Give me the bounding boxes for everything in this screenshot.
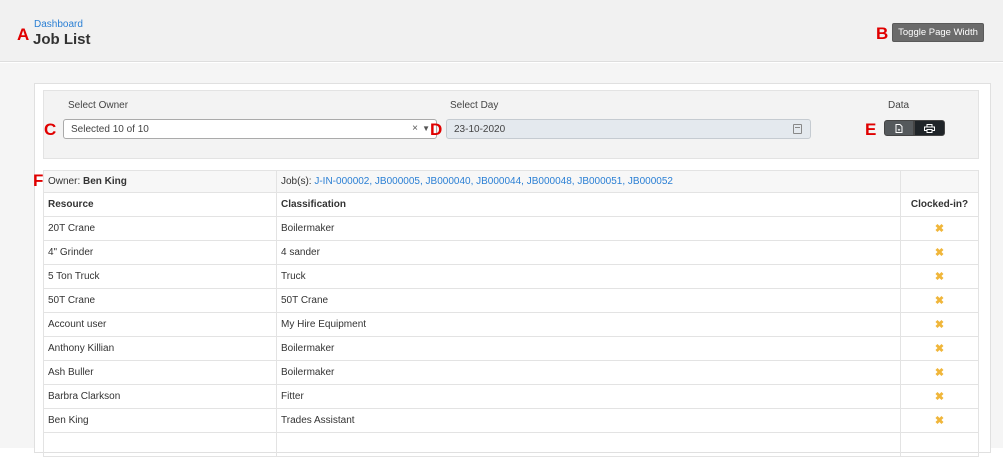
jobs-cell: Job(s): J-IN-000002, JB000005, JB000040,… xyxy=(276,170,901,193)
column-header-resource[interactable]: Resource xyxy=(43,192,277,217)
select-day-label: Select Day xyxy=(450,100,499,111)
filter-panel: Select Owner C Selected 10 of 10 × ▼ Sel… xyxy=(43,90,979,159)
resource-cell: 20T Crane xyxy=(43,216,277,241)
x-icon: ✖ xyxy=(934,223,945,235)
x-icon: ✖ xyxy=(934,391,945,403)
owner-select[interactable]: Selected 10 of 10 × ▼ xyxy=(63,119,437,139)
owner-row-empty-cell xyxy=(900,170,979,193)
classification-cell: 50T Crane xyxy=(276,288,901,313)
resource-cell: 5 Ton Truck xyxy=(43,264,277,289)
print-button[interactable] xyxy=(914,120,945,136)
classification-cell: Trades Assistant xyxy=(276,408,901,433)
clear-selection-icon[interactable]: × xyxy=(412,123,418,134)
owner-select-value: Selected 10 of 10 xyxy=(71,124,149,135)
data-label: Data xyxy=(888,100,910,111)
page-title: Job List xyxy=(33,31,91,48)
annotation-marker-a: A xyxy=(17,25,30,44)
table-row: 50T Crane 50T Crane ✖ xyxy=(43,288,979,313)
resource-cell: Ben King xyxy=(43,408,277,433)
clocked-in-cell: ✖ xyxy=(900,288,979,313)
table-row: Anthony Killian Boilermaker ✖ xyxy=(43,336,979,361)
clocked-in-cell: ✖ xyxy=(900,408,979,433)
owner-prefix: Owner: xyxy=(48,176,84,187)
day-date-value: 23-10-2020 xyxy=(454,124,506,135)
table-row: Account user My Hire Equipment ✖ xyxy=(43,312,979,337)
day-date-input[interactable]: 23-10-2020 xyxy=(446,119,811,139)
classification-cell: Boilermaker xyxy=(276,336,901,361)
clocked-in-cell: ✖ xyxy=(900,384,979,409)
clocked-in-cell: ✖ xyxy=(900,360,979,385)
resource-cell: Anthony Killian xyxy=(43,336,277,361)
export-button[interactable] xyxy=(884,120,914,136)
x-icon: ✖ xyxy=(934,367,945,379)
resource-cell: Account user xyxy=(43,312,277,337)
classification-cell: Fitter xyxy=(276,384,901,409)
select-owner-label: Select Owner xyxy=(68,100,129,111)
clocked-in-cell: ✖ xyxy=(900,336,979,361)
main-content: Select Owner C Selected 10 of 10 × ▼ Sel… xyxy=(0,63,1003,457)
clocked-in-cell: ✖ xyxy=(900,240,979,265)
annotation-marker-d: D xyxy=(430,120,443,139)
calendar-icon[interactable] xyxy=(793,124,802,134)
x-icon: ✖ xyxy=(934,271,945,283)
table-row: Ben King Trades Assistant ✖ xyxy=(43,408,979,433)
annotation-marker-b: B xyxy=(876,24,889,43)
resource-cell: 4" Grinder xyxy=(43,240,277,265)
jobs-links[interactable]: J-IN-000002, JB000005, JB000040, JB00004… xyxy=(314,176,673,187)
table-row xyxy=(43,432,979,457)
clocked-in-cell: ✖ xyxy=(900,216,979,241)
resource-cell: Barbra Clarkson xyxy=(43,384,277,409)
chevron-down-icon[interactable]: ▼ xyxy=(422,124,430,133)
table-row: 20T Crane Boilermaker ✖ xyxy=(43,216,979,241)
clocked-in-cell: ✖ xyxy=(900,264,979,289)
x-icon: ✖ xyxy=(934,319,945,331)
classification-cell: 4 sander xyxy=(276,240,901,265)
jobs-prefix: Job(s): xyxy=(281,176,315,187)
column-header-clocked-in[interactable]: Clocked-in? xyxy=(900,192,979,217)
table-header-row: Resource Classification Clocked-in? xyxy=(43,192,979,217)
table-row: 5 Ton Truck Truck ✖ xyxy=(43,264,979,289)
classification-cell: My Hire Equipment xyxy=(276,312,901,337)
job-list-card: Select Owner C Selected 10 of 10 × ▼ Sel… xyxy=(33,83,991,457)
resource-table: Owner: Ben King Job(s): J-IN-000002, JB0… xyxy=(43,170,979,457)
x-icon: ✖ xyxy=(934,343,945,355)
resource-cell xyxy=(43,432,277,457)
x-icon: ✖ xyxy=(934,247,945,259)
resource-cell: Ash Buller xyxy=(43,360,277,385)
resource-cell: 50T Crane xyxy=(43,288,277,313)
data-button-group xyxy=(884,120,945,136)
page-header: A Dashboard Job List B Toggle Page Width xyxy=(0,0,1003,62)
owner-cell: Owner: Ben King xyxy=(43,170,277,193)
classification-cell: Truck xyxy=(276,264,901,289)
clocked-in-cell: ✖ xyxy=(900,312,979,337)
file-export-icon xyxy=(895,123,903,133)
x-icon: ✖ xyxy=(934,295,945,307)
x-icon: ✖ xyxy=(934,415,945,427)
annotation-marker-e: E xyxy=(865,120,877,139)
column-header-classification[interactable]: Classification xyxy=(276,192,901,217)
clocked-in-cell xyxy=(900,432,979,457)
owner-row: Owner: Ben King Job(s): J-IN-000002, JB0… xyxy=(43,170,979,193)
classification-cell xyxy=(276,432,901,457)
annotation-marker-c: C xyxy=(44,120,57,139)
classification-cell: Boilermaker xyxy=(276,216,901,241)
table-row: Barbra Clarkson Fitter ✖ xyxy=(43,384,979,409)
classification-cell: Boilermaker xyxy=(276,360,901,385)
print-icon xyxy=(924,123,935,133)
toggle-page-width-button[interactable]: Toggle Page Width xyxy=(892,23,984,42)
owner-name: Ben King xyxy=(83,176,127,187)
table-row: 4" Grinder 4 sander ✖ xyxy=(43,240,979,265)
annotation-marker-f: F xyxy=(33,171,44,190)
table-row: Ash Buller Boilermaker ✖ xyxy=(43,360,979,385)
breadcrumb-dashboard[interactable]: Dashboard xyxy=(34,19,83,30)
